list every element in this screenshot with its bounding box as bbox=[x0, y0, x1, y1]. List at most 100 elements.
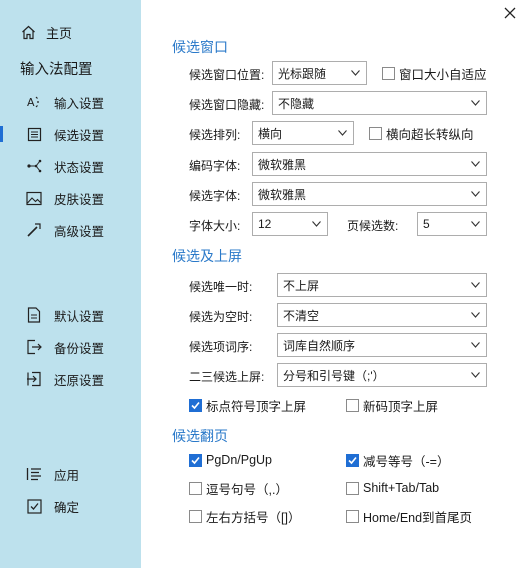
paging-pgdn-checkbox[interactable]: PgDn/PgUp bbox=[189, 452, 272, 468]
code-font-select[interactable]: 微软雅黑 bbox=[252, 152, 487, 176]
paging-key-label: 减号等号（-=） bbox=[363, 454, 450, 469]
cand-font-label: 候选字体: bbox=[189, 189, 241, 203]
checkbox-box bbox=[346, 453, 359, 467]
arrange-label: 候选排列: bbox=[189, 128, 241, 142]
punct-commit-label: 标点符号顶字上屏 bbox=[206, 399, 307, 414]
new-code-label: 新码顶字上屏 bbox=[363, 399, 439, 414]
sidebar-section-title: 输入法配置 bbox=[20, 62, 93, 78]
hide-select[interactable]: 不隐藏 bbox=[272, 91, 487, 115]
checkbox-box bbox=[369, 126, 382, 140]
checkbox-check-icon bbox=[26, 498, 42, 514]
sidebar-item-candidate-settings[interactable]: 候选设置 bbox=[0, 120, 141, 148]
autofit-label: 窗口大小自适应 bbox=[399, 67, 487, 82]
checkbox-box bbox=[189, 453, 202, 467]
unique-select[interactable]: 不上屏 bbox=[277, 273, 487, 297]
position-value: 光标跟随 bbox=[278, 66, 327, 81]
sidebar-action-label: 还原设置 bbox=[54, 373, 105, 388]
new-code-checkbox[interactable]: 新码顶字上屏 bbox=[346, 397, 439, 414]
checkbox-box bbox=[346, 398, 359, 412]
checkmark-icon bbox=[191, 456, 200, 464]
paging-minus-equal-checkbox[interactable]: 减号等号（-=） bbox=[346, 452, 450, 469]
section-title-paging: 候选翻页 bbox=[172, 428, 228, 444]
hide-value: 不隐藏 bbox=[278, 96, 315, 111]
sidebar-item-skin-settings[interactable]: 皮肤设置 bbox=[0, 184, 141, 212]
second-third-select[interactable]: 分号和引号键（;'） bbox=[277, 363, 487, 387]
backup-settings-button[interactable]: 备份设置 bbox=[0, 333, 141, 361]
paging-brackets-checkbox[interactable]: 左右方括号（[]） bbox=[189, 508, 301, 525]
unique-label: 候选唯一时: bbox=[189, 280, 253, 294]
sidebar-item-label: 高级设置 bbox=[54, 224, 105, 239]
restore-settings-button[interactable]: 还原设置 bbox=[0, 365, 141, 393]
per-page-select[interactable]: 5 bbox=[417, 212, 487, 236]
paging-shift-tab-checkbox[interactable]: Shift+Tab/Tab bbox=[346, 480, 439, 496]
long-vertical-label: 横向超长转纵向 bbox=[386, 127, 474, 142]
chevron-down-icon bbox=[351, 70, 360, 76]
apply-button[interactable]: 应用 bbox=[0, 460, 141, 488]
sidebar-item-label: 候选设置 bbox=[54, 128, 105, 143]
candidate-list-icon bbox=[26, 126, 42, 142]
sidebar-item-input-settings[interactable]: A 输入设置 bbox=[0, 88, 141, 116]
chevron-down-icon bbox=[312, 221, 321, 227]
section-title-candidate-commit: 候选及上屏 bbox=[172, 248, 242, 264]
chevron-down-icon bbox=[471, 100, 480, 106]
cand-font-value: 微软雅黑 bbox=[258, 187, 307, 202]
paging-key-label: Home/End到首尾页 bbox=[363, 510, 473, 525]
home-label: 主页 bbox=[46, 25, 73, 41]
long-vertical-checkbox[interactable]: 横向超长转纵向 bbox=[369, 125, 474, 142]
checkbox-box bbox=[346, 481, 359, 495]
sidebar-item-advanced-settings[interactable]: 高级设置 bbox=[0, 216, 141, 244]
sidebar-item-status-settings[interactable]: 状态设置 bbox=[0, 152, 141, 180]
ok-label: 确定 bbox=[54, 500, 80, 515]
document-icon bbox=[26, 307, 42, 323]
ok-button[interactable]: 确定 bbox=[0, 492, 141, 520]
paging-key-label: PgDn/PgUp bbox=[206, 453, 273, 467]
per-page-label: 页候选数: bbox=[347, 219, 399, 233]
font-size-select[interactable]: 12 bbox=[252, 212, 328, 236]
svg-text:A: A bbox=[27, 96, 35, 109]
order-label: 候选项词序: bbox=[189, 340, 253, 354]
code-font-label: 编码字体: bbox=[189, 159, 241, 173]
home-nav-item[interactable]: 主页 bbox=[0, 18, 141, 46]
position-select[interactable]: 光标跟随 bbox=[272, 61, 367, 85]
export-icon bbox=[26, 339, 42, 355]
default-settings-button[interactable]: 默认设置 bbox=[0, 301, 141, 329]
checkbox-box bbox=[189, 398, 202, 412]
paging-key-label: Shift+Tab/Tab bbox=[363, 481, 440, 495]
chevron-down-icon bbox=[471, 342, 480, 348]
arrange-select[interactable]: 横向 bbox=[252, 121, 354, 145]
arrange-value: 横向 bbox=[258, 126, 283, 141]
chevron-down-icon bbox=[338, 130, 347, 136]
checkbox-box bbox=[189, 481, 202, 495]
checkbox-box bbox=[189, 509, 202, 523]
punct-commit-checkbox[interactable]: 标点符号顶字上屏 bbox=[189, 397, 307, 414]
cand-font-select[interactable]: 微软雅黑 bbox=[252, 182, 487, 206]
checkmark-icon bbox=[191, 401, 200, 409]
wand-icon bbox=[26, 222, 42, 238]
per-page-value: 5 bbox=[423, 217, 430, 231]
sidebar: 主页 输入法配置 A 输入设置 候选设置 状态设置 皮肤设置 高级设置 默认设置… bbox=[0, 0, 141, 568]
paging-comma-period-checkbox[interactable]: 逗号句号（,.） bbox=[189, 480, 288, 497]
home-icon bbox=[20, 24, 36, 40]
empty-select[interactable]: 不清空 bbox=[277, 303, 487, 327]
autofit-checkbox[interactable]: 窗口大小自适应 bbox=[382, 65, 487, 82]
unique-value: 不上屏 bbox=[283, 278, 320, 293]
active-indicator bbox=[0, 126, 3, 142]
empty-value: 不清空 bbox=[283, 308, 320, 323]
status-nodes-icon bbox=[26, 158, 42, 174]
hide-label: 候选窗口隐藏: bbox=[189, 98, 265, 112]
import-icon bbox=[26, 371, 42, 387]
code-font-value: 微软雅黑 bbox=[258, 157, 307, 172]
text-settings-icon: A bbox=[26, 94, 42, 110]
list-check-icon bbox=[26, 466, 42, 482]
font-size-label: 字体大小: bbox=[189, 219, 241, 233]
position-label: 候选窗口位置: bbox=[189, 68, 265, 82]
section-title-candidate-window: 候选窗口 bbox=[172, 39, 228, 55]
paging-home-end-checkbox[interactable]: Home/End到首尾页 bbox=[346, 508, 473, 525]
chevron-down-icon bbox=[471, 191, 480, 197]
empty-label: 候选为空时: bbox=[189, 310, 253, 324]
close-button[interactable] bbox=[503, 6, 517, 20]
order-select[interactable]: 词库自然顺序 bbox=[277, 333, 487, 357]
chevron-down-icon bbox=[471, 282, 480, 288]
apply-label: 应用 bbox=[54, 468, 80, 483]
paging-key-label: 左右方括号（[]） bbox=[206, 510, 301, 525]
